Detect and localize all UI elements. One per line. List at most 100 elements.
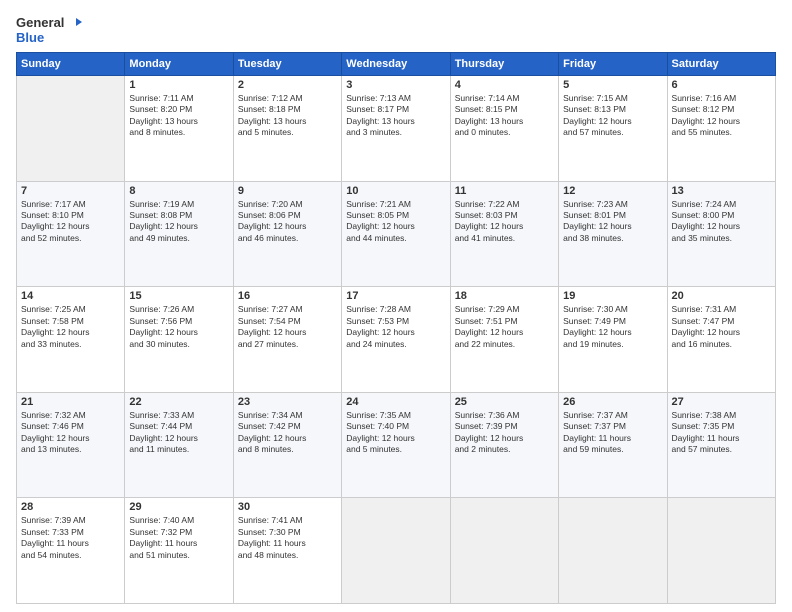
- day-info: Sunrise: 7:12 AMSunset: 8:18 PMDaylight:…: [238, 93, 337, 139]
- day-info: Sunrise: 7:20 AMSunset: 8:06 PMDaylight:…: [238, 199, 337, 245]
- day-info: Sunrise: 7:35 AMSunset: 7:40 PMDaylight:…: [346, 410, 445, 456]
- day-number: 29: [129, 501, 228, 513]
- day-info: Sunrise: 7:25 AMSunset: 7:58 PMDaylight:…: [21, 304, 120, 350]
- day-info: Sunrise: 7:17 AMSunset: 8:10 PMDaylight:…: [21, 199, 120, 245]
- day-info: Sunrise: 7:30 AMSunset: 7:49 PMDaylight:…: [563, 304, 662, 350]
- calendar-cell: 5Sunrise: 7:15 AMSunset: 8:13 PMDaylight…: [559, 75, 667, 181]
- logo: General Blue: [16, 16, 82, 46]
- day-info: Sunrise: 7:19 AMSunset: 8:08 PMDaylight:…: [129, 199, 228, 245]
- calendar-cell: 7Sunrise: 7:17 AMSunset: 8:10 PMDaylight…: [17, 181, 125, 287]
- logo-flag-icon: [68, 17, 82, 31]
- calendar-week-3: 14 Sunrise: 7:25 AMSunset: 7:58 PMDayligh…: [17, 287, 776, 393]
- calendar-body: 1 Sunrise: 7:11 AMSunset: 8:20 PMDaylight…: [17, 75, 776, 603]
- calendar-header: SundayMondayTuesdayWednesdayThursdayFrid…: [17, 52, 776, 75]
- calendar-week-5: 28Sunrise: 7:39 AMSunset: 7:33 PMDayligh…: [17, 498, 776, 604]
- day-info: Sunrise: 7:29 AMSunset: 7:51 PMDaylight:…: [455, 304, 554, 350]
- day-number: 6: [672, 79, 771, 91]
- calendar-cell: 28Sunrise: 7:39 AMSunset: 7:33 PMDayligh…: [17, 498, 125, 604]
- day-header-sunday: Sunday: [17, 52, 125, 75]
- day-header-monday: Monday: [125, 52, 233, 75]
- calendar-cell: 3 Sunrise: 7:13 AMSunset: 8:17 PMDaylight…: [342, 75, 450, 181]
- calendar-week-4: 21 Sunrise: 7:32 AMSunset: 7:46 PMDayligh…: [17, 392, 776, 498]
- calendar-cell: 27Sunrise: 7:38 AMSunset: 7:35 PMDayligh…: [667, 392, 775, 498]
- calendar-cell: [667, 498, 775, 604]
- day-info: Sunrise: 7:22 AMSunset: 8:03 PMDaylight:…: [455, 199, 554, 245]
- day-header-thursday: Thursday: [450, 52, 558, 75]
- calendar-cell: 29 Sunrise: 7:40 AMSunset: 7:32 PMDayligh…: [125, 498, 233, 604]
- calendar-cell: 18 Sunrise: 7:29 AMSunset: 7:51 PMDayligh…: [450, 287, 558, 393]
- day-number: 23: [238, 396, 337, 408]
- day-number: 15: [129, 290, 228, 302]
- day-number: 12: [563, 185, 662, 197]
- day-info: Sunrise: 7:13 AMSunset: 8:17 PMDaylight:…: [346, 93, 445, 139]
- day-number: 10: [346, 185, 445, 197]
- day-info: Sunrise: 7:24 AMSunset: 8:00 PMDaylight:…: [672, 199, 771, 245]
- day-number: 13: [672, 185, 771, 197]
- day-info: Sunrise: 7:21 AMSunset: 8:05 PMDaylight:…: [346, 199, 445, 245]
- logo-wordmark: General Blue: [16, 16, 82, 46]
- calendar-cell: 19 Sunrise: 7:30 AMSunset: 7:49 PMDayligh…: [559, 287, 667, 393]
- day-info: Sunrise: 7:40 AMSunset: 7:32 PMDaylight:…: [129, 515, 228, 561]
- day-number: 26: [563, 396, 662, 408]
- calendar-cell: 20 Sunrise: 7:31 AMSunset: 7:47 PMDayligh…: [667, 287, 775, 393]
- calendar-cell: 6Sunrise: 7:16 AMSunset: 8:12 PMDaylight…: [667, 75, 775, 181]
- calendar-cell: 8 Sunrise: 7:19 AMSunset: 8:08 PMDaylight…: [125, 181, 233, 287]
- header-row: SundayMondayTuesdayWednesdayThursdayFrid…: [17, 52, 776, 75]
- day-number: 9: [238, 185, 337, 197]
- day-number: 19: [563, 290, 662, 302]
- day-info: Sunrise: 7:31 AMSunset: 7:47 PMDaylight:…: [672, 304, 771, 350]
- calendar-cell: [342, 498, 450, 604]
- calendar-table: SundayMondayTuesdayWednesdayThursdayFrid…: [16, 52, 776, 604]
- day-number: 8: [129, 185, 228, 197]
- day-header-friday: Friday: [559, 52, 667, 75]
- day-header-tuesday: Tuesday: [233, 52, 341, 75]
- day-info: Sunrise: 7:28 AMSunset: 7:53 PMDaylight:…: [346, 304, 445, 350]
- calendar-week-2: 7Sunrise: 7:17 AMSunset: 8:10 PMDaylight…: [17, 181, 776, 287]
- calendar-cell: [17, 75, 125, 181]
- calendar-cell: 17 Sunrise: 7:28 AMSunset: 7:53 PMDayligh…: [342, 287, 450, 393]
- day-info: Sunrise: 7:33 AMSunset: 7:44 PMDaylight:…: [129, 410, 228, 456]
- logo-general: General: [16, 16, 82, 31]
- calendar-cell: 15Sunrise: 7:26 AMSunset: 7:56 PMDayligh…: [125, 287, 233, 393]
- day-number: 28: [21, 501, 120, 513]
- day-number: 16: [238, 290, 337, 302]
- calendar-cell: 25Sunrise: 7:36 AMSunset: 7:39 PMDayligh…: [450, 392, 558, 498]
- day-number: 24: [346, 396, 445, 408]
- day-number: 11: [455, 185, 554, 197]
- calendar-cell: 10 Sunrise: 7:21 AMSunset: 8:05 PMDayligh…: [342, 181, 450, 287]
- day-info: Sunrise: 7:41 AMSunset: 7:30 PMDaylight:…: [238, 515, 337, 561]
- day-number: 4: [455, 79, 554, 91]
- calendar-cell: 11 Sunrise: 7:22 AMSunset: 8:03 PMDayligh…: [450, 181, 558, 287]
- calendar-week-1: 1 Sunrise: 7:11 AMSunset: 8:20 PMDaylight…: [17, 75, 776, 181]
- day-header-wednesday: Wednesday: [342, 52, 450, 75]
- calendar-cell: 12 Sunrise: 7:23 AMSunset: 8:01 PMDayligh…: [559, 181, 667, 287]
- calendar-cell: 23Sunrise: 7:34 AMSunset: 7:42 PMDayligh…: [233, 392, 341, 498]
- calendar-cell: 22 Sunrise: 7:33 AMSunset: 7:44 PMDayligh…: [125, 392, 233, 498]
- day-number: 1: [129, 79, 228, 91]
- calendar-cell: 1 Sunrise: 7:11 AMSunset: 8:20 PMDaylight…: [125, 75, 233, 181]
- day-header-saturday: Saturday: [667, 52, 775, 75]
- calendar-cell: 21 Sunrise: 7:32 AMSunset: 7:46 PMDayligh…: [17, 392, 125, 498]
- calendar-cell: 2Sunrise: 7:12 AMSunset: 8:18 PMDaylight…: [233, 75, 341, 181]
- day-number: 21: [21, 396, 120, 408]
- calendar-cell: 16Sunrise: 7:27 AMSunset: 7:54 PMDayligh…: [233, 287, 341, 393]
- day-info: Sunrise: 7:37 AMSunset: 7:37 PMDaylight:…: [563, 410, 662, 456]
- day-number: 5: [563, 79, 662, 91]
- header: General Blue: [16, 12, 776, 46]
- day-number: 18: [455, 290, 554, 302]
- day-info: Sunrise: 7:11 AMSunset: 8:20 PMDaylight:…: [129, 93, 228, 139]
- day-number: 14: [21, 290, 120, 302]
- page: General Blue SundayMondayTuesdayWednesda…: [0, 0, 792, 612]
- day-info: Sunrise: 7:23 AMSunset: 8:01 PMDaylight:…: [563, 199, 662, 245]
- day-number: 17: [346, 290, 445, 302]
- day-number: 3: [346, 79, 445, 91]
- day-number: 30: [238, 501, 337, 513]
- day-number: 22: [129, 396, 228, 408]
- logo-blue: Blue: [16, 31, 82, 46]
- calendar-cell: 13 Sunrise: 7:24 AMSunset: 8:00 PMDayligh…: [667, 181, 775, 287]
- calendar-cell: 26 Sunrise: 7:37 AMSunset: 7:37 PMDayligh…: [559, 392, 667, 498]
- calendar-cell: 14 Sunrise: 7:25 AMSunset: 7:58 PMDayligh…: [17, 287, 125, 393]
- day-info: Sunrise: 7:14 AMSunset: 8:15 PMDaylight:…: [455, 93, 554, 139]
- day-number: 20: [672, 290, 771, 302]
- day-info: Sunrise: 7:32 AMSunset: 7:46 PMDaylight:…: [21, 410, 120, 456]
